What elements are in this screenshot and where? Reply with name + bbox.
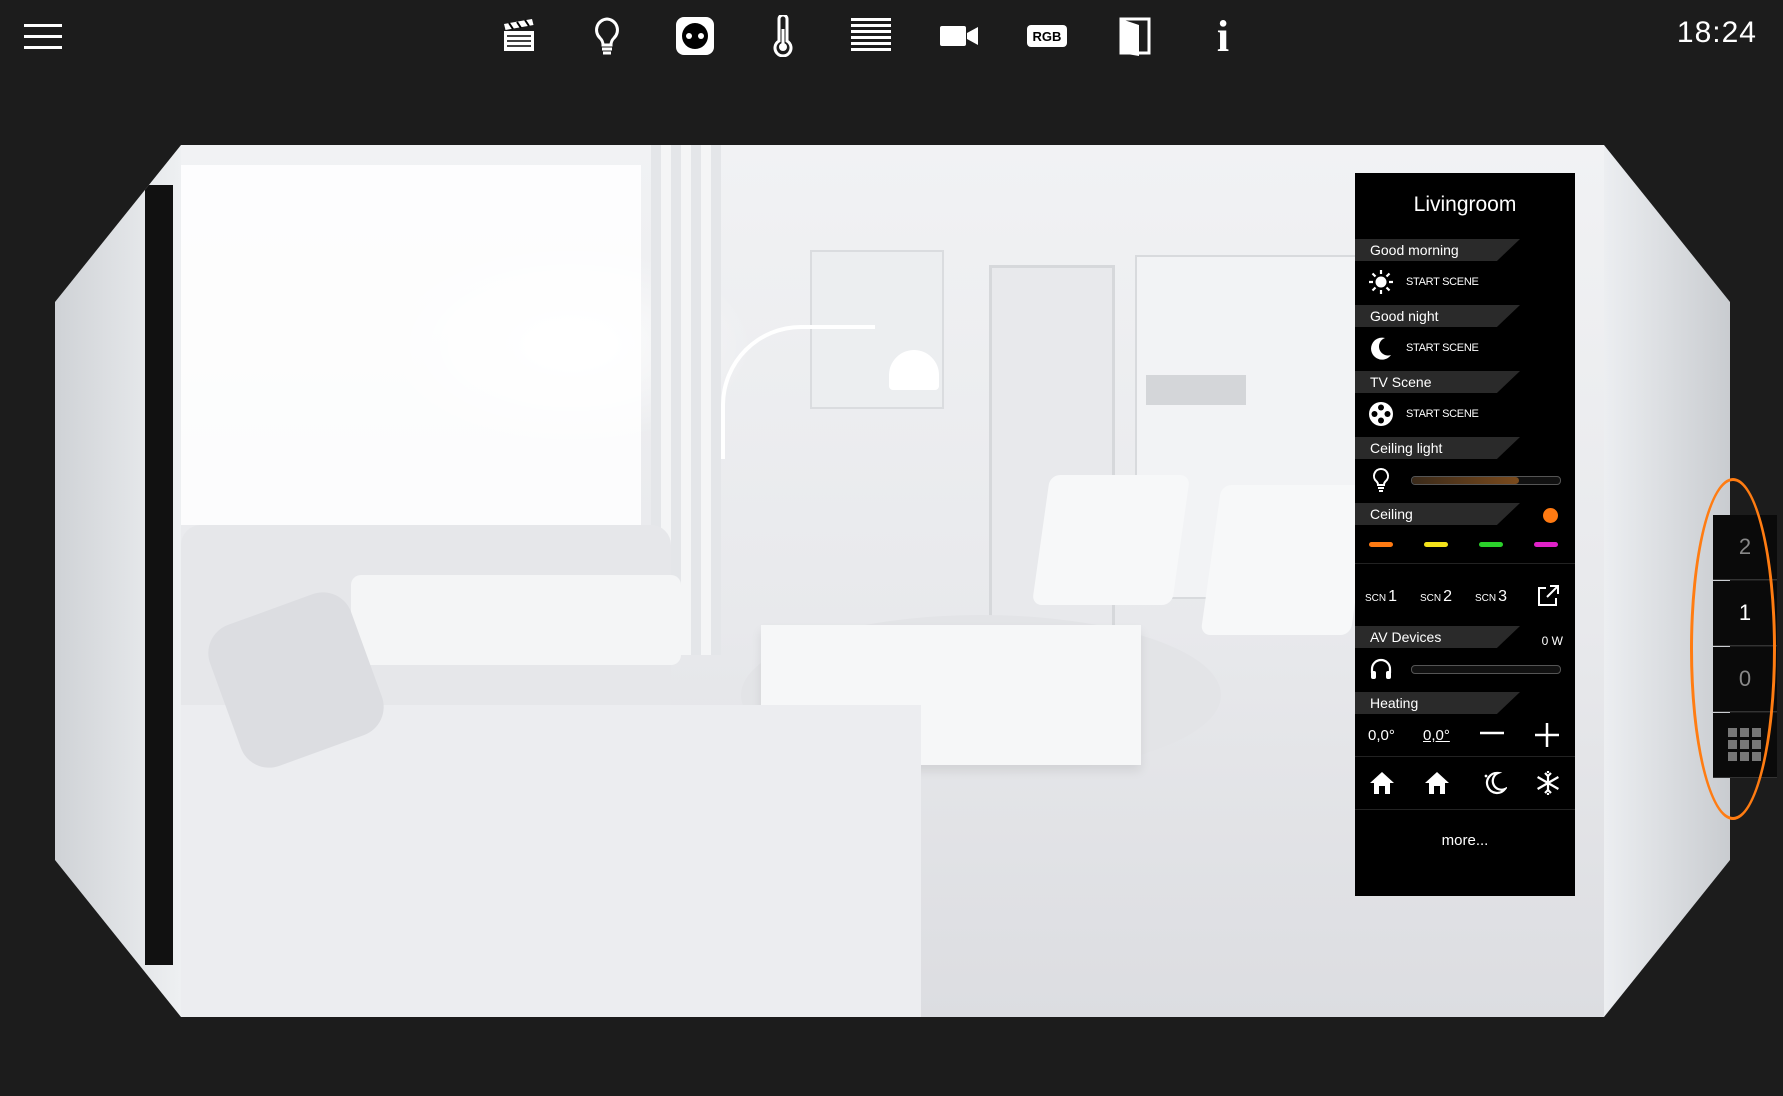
left-panel-strip bbox=[145, 185, 173, 965]
external-link-icon[interactable] bbox=[1536, 584, 1560, 613]
ceiling-color-indicator[interactable] bbox=[1543, 508, 1558, 523]
scn-prefix: SCN bbox=[1420, 593, 1442, 604]
ceiling-light-label: Ceiling light bbox=[1370, 440, 1443, 456]
setpoint-temperature: 0,0° bbox=[1423, 727, 1450, 744]
ceiling-light-dimmer-slider[interactable] bbox=[1411, 476, 1561, 485]
night-mode-icon[interactable] bbox=[1479, 769, 1509, 797]
scn-3-number: 3 bbox=[1498, 588, 1508, 605]
start-scene-label: START SCENE bbox=[1406, 342, 1479, 354]
heating-label: Heating bbox=[1370, 695, 1419, 711]
scn-2-number: 2 bbox=[1443, 588, 1453, 605]
section-header: Heating bbox=[1355, 692, 1575, 714]
more-link[interactable]: more... bbox=[1355, 810, 1575, 870]
left-room-face[interactable] bbox=[55, 145, 181, 1017]
start-scene-label: START SCENE bbox=[1406, 276, 1479, 288]
section-header: AV Devices 0 W bbox=[1355, 626, 1575, 648]
frost-protection-icon[interactable] bbox=[1534, 769, 1562, 797]
av-devices-label: AV Devices bbox=[1370, 629, 1442, 645]
scn-prefix: SCN bbox=[1475, 593, 1497, 604]
minus-icon[interactable] bbox=[1479, 723, 1505, 747]
heating-mode-row bbox=[1355, 756, 1575, 810]
plus-icon[interactable] bbox=[1534, 722, 1560, 752]
sun-icon bbox=[1368, 269, 1394, 295]
section-header: TV Scene bbox=[1355, 371, 1575, 393]
tv-scene-button[interactable]: START SCENE bbox=[1355, 393, 1575, 435]
light-bulb-icon[interactable] bbox=[1368, 467, 1394, 493]
sofa-cushion bbox=[351, 575, 681, 665]
slider-fill bbox=[1412, 477, 1519, 484]
actual-temperature: 0,0° bbox=[1368, 727, 1395, 744]
room-carousel[interactable]: Livingroom Good morning START SCENE Good… bbox=[0, 0, 1783, 1096]
scn-1-button[interactable]: SCN 1 bbox=[1365, 588, 1397, 606]
window bbox=[181, 165, 641, 525]
scn-3-button[interactable]: SCN 3 bbox=[1475, 588, 1507, 606]
good-morning-label: Good morning bbox=[1370, 242, 1459, 258]
start-scene-label: START SCENE bbox=[1406, 408, 1479, 420]
moon-icon bbox=[1368, 335, 1394, 361]
magenta-swatch[interactable] bbox=[1534, 542, 1558, 547]
av-devices-row bbox=[1355, 648, 1575, 690]
good-morning-scene-button[interactable]: START SCENE bbox=[1355, 261, 1575, 303]
standby-home-icon[interactable] bbox=[1423, 769, 1451, 797]
highlight-ring bbox=[1690, 478, 1776, 820]
scn-2-button[interactable]: SCN 2 bbox=[1420, 588, 1452, 606]
good-night-label: Good night bbox=[1370, 308, 1439, 324]
yellow-swatch[interactable] bbox=[1424, 542, 1448, 547]
av-volume-slider[interactable] bbox=[1411, 665, 1561, 674]
panel-title: Livingroom bbox=[1413, 193, 1517, 216]
orange-swatch[interactable] bbox=[1369, 542, 1393, 547]
av-power-value: 0 W bbox=[1541, 634, 1563, 648]
headphones-icon[interactable] bbox=[1368, 656, 1394, 682]
ceiling-label: Ceiling bbox=[1370, 506, 1413, 522]
scn-1-number: 1 bbox=[1388, 588, 1398, 605]
ceiling-color-swatches bbox=[1355, 525, 1575, 563]
tv-scene-label: TV Scene bbox=[1370, 374, 1432, 390]
floor-lamp-arc bbox=[721, 325, 875, 459]
film-reel-icon bbox=[1368, 401, 1394, 427]
section-header: Ceiling light bbox=[1355, 437, 1575, 459]
books bbox=[1146, 375, 1246, 405]
section-header: Good morning bbox=[1355, 239, 1575, 261]
scn-prefix: SCN bbox=[1365, 593, 1387, 604]
armchair-left bbox=[1031, 475, 1191, 605]
armchair-right bbox=[1200, 485, 1372, 635]
room-control-panel: Livingroom Good morning START SCENE Good… bbox=[1355, 173, 1575, 896]
heating-row: 0,0° 0,0° bbox=[1355, 714, 1575, 756]
scene-buttons-row: SCN 1 SCN 2 SCN 3 bbox=[1355, 563, 1575, 624]
section-header: Good night bbox=[1355, 305, 1575, 327]
good-night-scene-button[interactable]: START SCENE bbox=[1355, 327, 1575, 369]
section-header: Ceiling bbox=[1355, 503, 1575, 525]
ceiling-light-row bbox=[1355, 459, 1575, 501]
green-swatch[interactable] bbox=[1479, 542, 1503, 547]
comfort-home-icon[interactable] bbox=[1368, 769, 1396, 797]
